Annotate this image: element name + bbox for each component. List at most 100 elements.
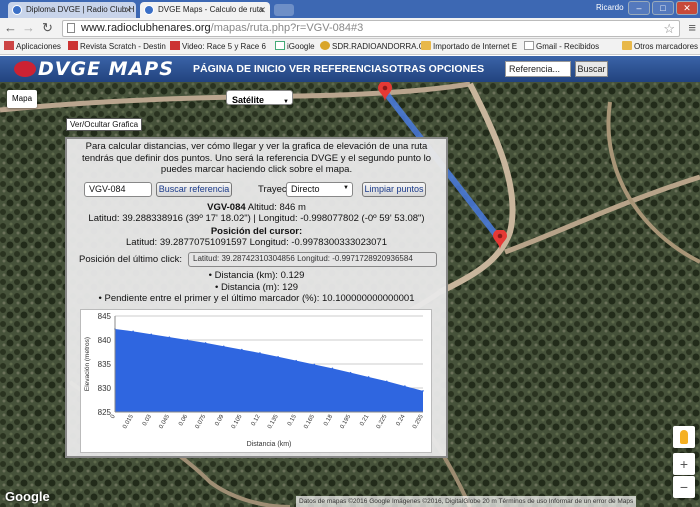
cursor-coords: Latitud: 39.28770751091597 Longitud: -0.… [126, 237, 387, 248]
elevation-point [331, 367, 334, 370]
bookmark-igoogle[interactable]: iGoogle [275, 41, 315, 53]
x-tick-label: 0.225 [376, 413, 389, 430]
page-info-icon[interactable] [67, 23, 75, 33]
bookmark-scratch[interactable]: Revista Scratch - Destin [68, 41, 166, 53]
x-axis-label: Distancia (km) [247, 441, 292, 448]
radio-wave-icon [14, 61, 36, 77]
elevation-point [186, 339, 189, 341]
zoom-in-button[interactable]: + [673, 453, 695, 475]
x-tick-label: 0.165 [303, 413, 316, 430]
elevation-point [168, 336, 171, 338]
zoom-out-button[interactable]: − [673, 476, 695, 498]
reference-coords: Latitud: 39.288338916 (39º 17' 18.02") |… [88, 213, 425, 224]
reference-heading: VGV-084 Altitud: 846 m [207, 202, 306, 213]
elevation-point [241, 348, 243, 351]
x-tick-label: 0.06 [178, 413, 189, 427]
bookmark-gmail[interactable]: Gmail - Recibidos [524, 41, 599, 53]
menu-icon[interactable]: ≡ [688, 20, 696, 35]
y-tick-label: 830 [98, 384, 112, 393]
bookmark-otros[interactable]: Otros marcadores [622, 41, 698, 53]
bookmark-apps[interactable]: Aplicaciones [4, 41, 61, 53]
folder-icon [622, 41, 632, 50]
search-button[interactable]: Buscar [575, 61, 608, 77]
stat-m: Distancia (m): 129 [67, 282, 446, 294]
scratch-icon [170, 41, 180, 50]
cursor-title: Posición del cursor: [210, 226, 303, 237]
stat-slope: Pendiente entre el primer y el último ma… [67, 293, 446, 305]
elevation-point [277, 356, 279, 358]
reference-input[interactable]: VGV-084 [84, 182, 152, 197]
x-tick-label: 0.21 [359, 413, 370, 427]
satellite-map[interactable]: Mapa Satélite Ver/Ocultar Grafica + − Goo… [0, 82, 700, 507]
bookmark-importado[interactable]: Importado de Internet E [421, 41, 517, 53]
search-reference-button[interactable]: Buscar referencia [156, 182, 232, 197]
map-type-control: Mapa Satélite [7, 90, 293, 111]
start-marker-icon[interactable] [378, 82, 392, 102]
map-type-satelite[interactable]: Satélite [226, 90, 293, 111]
tab-dvge-maps[interactable]: DVGE Maps - Calculo de ruta ✕ [140, 2, 270, 18]
new-tab-button[interactable] [274, 4, 294, 16]
bookmark-sdr[interactable]: SDR.RADIOANDORRA.C [320, 41, 424, 53]
favicon-icon [12, 5, 22, 15]
browser-window: Diploma DVGE | Radio Club H ✕ DVGE Maps … [0, 0, 700, 507]
tab-diploma[interactable]: Diploma DVGE | Radio Club H ✕ [8, 2, 136, 18]
map-attribution[interactable]: Datos de mapas ©2016 Google Imágenes ©20… [296, 496, 637, 507]
url-bar[interactable]: www.radioclubhenares.org/mapas/ruta.php?… [62, 20, 680, 37]
clear-points-button[interactable]: Limpiar puntos [362, 182, 426, 197]
tab-title: Diploma DVGE | Radio Club H [26, 5, 135, 14]
minimize-icon[interactable]: – [628, 1, 650, 15]
nav-referencias[interactable]: VER REFERENCIAS [289, 63, 389, 75]
elevation-area [115, 328, 423, 412]
elevation-point [385, 380, 388, 383]
elevation-point [132, 330, 134, 333]
elevation-chart: 825 830 835 840 845 0 0.015 0.03 0.045 0.06 0.075 0… [80, 309, 432, 453]
stat-km: Distancia (km): 0.129 [67, 270, 446, 282]
last-click-label: Posición del último click: [79, 254, 182, 265]
bookmarks-bar: Aplicaciones Revista Scratch - Destin Vi… [0, 39, 700, 55]
tab-title: DVGE Maps - Calculo de ruta [158, 5, 264, 14]
elevation-point [259, 352, 261, 354]
back-icon[interactable]: ← [4, 20, 17, 36]
close-window-icon[interactable]: ✕ [676, 1, 698, 15]
forward-icon[interactable]: → [22, 20, 35, 36]
toggle-chart-button[interactable]: Ver/Ocultar Grafica [66, 118, 143, 131]
reference-search-input[interactable]: Referencia... [505, 61, 571, 77]
site-header: DVGE MAPS PÁGINA DE INICIO VER REFERENCI… [0, 56, 700, 82]
radio-icon [320, 41, 330, 50]
elevation-chart-svg: 8258308358408450 0.015 0.03 0.045 0.06 0.075 0… [84, 312, 425, 448]
google-icon [275, 41, 285, 50]
bookmark-video[interactable]: Video: Race 5 y Race 6 [170, 41, 266, 53]
nav-otras-opciones[interactable]: OTRAS OPCIONES [389, 63, 484, 75]
bookmark-star-icon[interactable]: ☆ [663, 21, 675, 36]
y-tick-label: 840 [98, 336, 112, 345]
trayecto-select[interactable]: Directo [286, 182, 353, 197]
site-logo[interactable]: DVGE MAPS [14, 58, 174, 80]
elevation-point [222, 345, 225, 348]
close-tab-icon[interactable]: ✕ [258, 2, 266, 18]
x-tick-label: 0.015 [122, 413, 135, 430]
x-tick-label: 0.105 [231, 413, 244, 430]
close-tab-icon[interactable]: ✕ [124, 2, 132, 18]
x-tick-label: 0.09 [214, 413, 225, 427]
x-tick-label: 0.045 [158, 413, 171, 430]
profile-name[interactable]: Ricardo [596, 3, 624, 12]
reload-icon[interactable]: ↻ [42, 20, 53, 36]
address-toolbar: ← → ↻ www.radioclubhenares.org/mapas/rut… [0, 18, 700, 39]
controls-row: VGV-084 Buscar referencia Trayecto: Dire… [67, 182, 446, 198]
elevation-point [367, 376, 370, 378]
instructions-text: Para calcular distancias, ver cómo llega… [81, 141, 432, 175]
scratch-icon [68, 41, 78, 50]
favicon-icon [144, 5, 154, 15]
maximize-icon[interactable]: □ [652, 1, 674, 15]
map-type-mapa[interactable]: Mapa [7, 90, 37, 108]
end-marker-icon[interactable] [493, 230, 507, 250]
elevation-point [204, 342, 207, 344]
page-icon [524, 41, 534, 50]
x-tick-label: 0.135 [267, 413, 280, 430]
last-click-row: Posición del último click: Latitud: 39.2… [67, 252, 446, 267]
x-tick-label: 0.195 [340, 413, 353, 430]
street-view-pegman-icon[interactable] [673, 426, 695, 448]
nav-inicio[interactable]: PÁGINA DE INICIO [193, 63, 286, 75]
x-tick-label: 0.075 [195, 413, 208, 430]
last-click-field[interactable]: Latitud: 39.28742310304856 Longitud: -0.… [188, 252, 437, 267]
